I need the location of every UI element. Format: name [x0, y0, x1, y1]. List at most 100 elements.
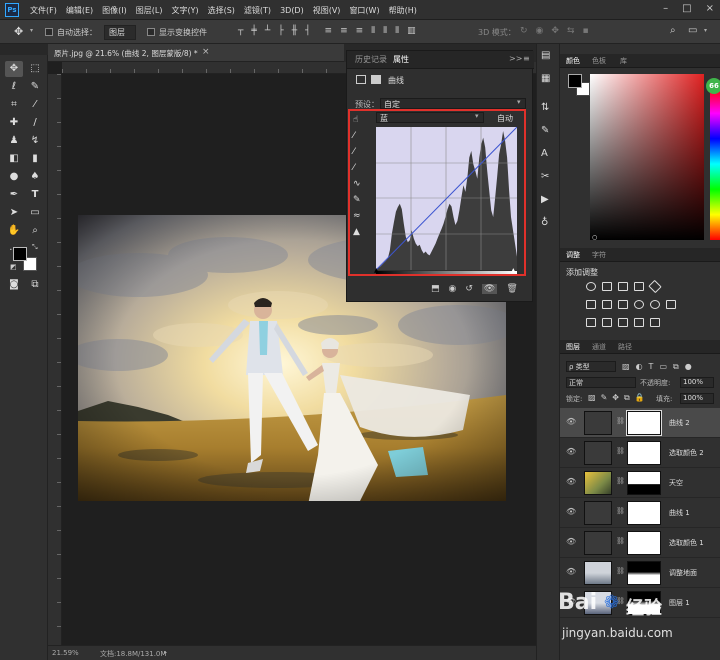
filter-shape-icon[interactable]: ▭ — [659, 362, 667, 372]
history-brush-tool-icon[interactable]: ↯ — [26, 133, 44, 149]
layer-name[interactable]: 天空 — [669, 478, 683, 488]
menu-layer[interactable]: 图层(L) — [136, 5, 163, 16]
visibility-eye-icon[interactable]: 👁 — [566, 447, 576, 457]
tab-paths[interactable]: 路径 — [618, 342, 632, 352]
eraser-tool-icon[interactable]: ◧ — [5, 151, 23, 167]
curves-icon[interactable] — [618, 282, 628, 291]
layer-name[interactable]: 曲线 1 — [669, 508, 690, 518]
view-previous-state-icon[interactable]: ◉ — [449, 284, 457, 294]
layer-filter-dropdown[interactable]: ρ 类型 — [566, 361, 616, 372]
tab-adjustments[interactable]: 调整 — [566, 250, 580, 260]
delete-icon[interactable]: 🗑 — [506, 284, 517, 294]
opacity-input[interactable]: 100% — [680, 377, 714, 388]
maximize-icon[interactable]: □ — [682, 3, 691, 14]
chevron-down-icon[interactable]: ▾ — [30, 27, 33, 34]
tab-libraries[interactable]: 库 — [620, 56, 627, 66]
workspace-icon[interactable]: ▭ — [688, 25, 697, 36]
exposure-icon[interactable] — [634, 282, 644, 291]
distribute-bottom-icon[interactable]: ≡ — [356, 26, 364, 36]
selective-color-icon[interactable] — [634, 318, 644, 327]
clip-to-layer-icon[interactable]: ⬒ — [431, 284, 440, 294]
tab-color[interactable]: 颜色 — [566, 56, 580, 66]
document-tab[interactable]: 原片.jpg @ 21.6% (曲线 2, 图层蒙版/8) * × — [48, 44, 344, 62]
layer-row-curves-1[interactable]: 👁 ⛓ 曲线 1 — [560, 498, 720, 528]
menu-type[interactable]: 文字(Y) — [171, 5, 198, 16]
mask-link-icon[interactable]: ⛓ — [616, 477, 625, 485]
mask-link-icon[interactable]: ⛓ — [616, 567, 625, 575]
hand-tool-icon[interactable]: ✋ — [5, 223, 23, 239]
distribute-left-icon[interactable]: ⦀ — [371, 26, 375, 36]
channel-mixer-icon[interactable] — [650, 300, 660, 309]
tab-properties[interactable]: 属性 — [393, 54, 409, 65]
mask-link-icon[interactable]: ⛓ — [616, 507, 625, 515]
menu-select[interactable]: 选择(S) — [208, 5, 235, 16]
filter-type-icon[interactable]: T — [649, 362, 654, 372]
clone-stamp-tool-icon[interactable]: ♟ — [5, 133, 23, 149]
layer-mask-thumbnail[interactable] — [627, 561, 661, 585]
dodge-tool-icon[interactable]: ♠ — [26, 169, 44, 185]
photo-filter-icon[interactable] — [634, 300, 644, 309]
brush-settings-icon[interactable]: ✎ — [541, 125, 550, 136]
tab-history[interactable]: 历史记录 — [355, 54, 387, 65]
adjustments-icon[interactable]: ⇅ — [541, 102, 550, 113]
align-right-icon[interactable]: ┤ — [305, 26, 310, 36]
layer-mask-thumbnail[interactable] — [627, 471, 661, 495]
preset-chevron-icon[interactable]: ▾ — [517, 98, 521, 106]
vibrance-icon[interactable] — [648, 279, 662, 294]
layer-row-curves-2[interactable]: 👁 ⛓ 曲线 2 — [560, 408, 720, 438]
layer-row-selective-color-1[interactable]: 👁 ⛓ 选取颜色 1 — [560, 528, 720, 558]
hue-slider[interactable] — [710, 88, 720, 240]
quick-select-tool-icon[interactable]: ✎ — [26, 79, 44, 95]
tab-channels[interactable]: 通道 — [592, 342, 606, 352]
menu-filter[interactable]: 滤镜(T) — [244, 5, 271, 16]
distribute-vcenter-icon[interactable]: ≡ — [340, 26, 348, 36]
healing-brush-tool-icon[interactable]: ✚ — [5, 115, 23, 131]
show-transform-checkbox[interactable] — [147, 28, 155, 36]
filter-smart-icon[interactable]: ⧉ — [673, 362, 679, 372]
color-lookup-icon[interactable] — [666, 300, 676, 309]
layer-name[interactable]: 选取颜色 2 — [669, 448, 704, 458]
lock-all-icon[interactable]: 🔒 — [635, 393, 645, 403]
character-icon[interactable]: A — [541, 148, 550, 159]
distribute-hcenter-icon[interactable]: ⦀ — [383, 26, 387, 36]
3d-rotate-icon[interactable]: ↻ — [520, 26, 528, 36]
align-hcenter-icon[interactable]: ╫ — [292, 26, 297, 36]
lasso-tool-icon[interactable]: ℓ — [5, 79, 23, 95]
layer-mask-thumbnail[interactable] — [626, 410, 662, 436]
panel-menu-icon[interactable]: ≡ — [523, 54, 530, 63]
quick-mask-icon[interactable]: ◙ — [5, 277, 23, 293]
type-tool-icon[interactable]: T — [26, 187, 44, 203]
status-menu-icon[interactable]: ▸ — [164, 649, 167, 656]
path-select-tool-icon[interactable]: ➤ — [5, 205, 23, 221]
workspace-chevron-icon[interactable]: ▾ — [704, 27, 707, 34]
menu-file[interactable]: 文件(F) — [30, 5, 57, 16]
move-tool-icon[interactable]: ✥ — [14, 25, 23, 38]
search-icon[interactable]: ⌕ — [670, 25, 676, 36]
layer-name[interactable]: 调整地面 — [669, 568, 697, 578]
menu-image[interactable]: 图像(I) — [102, 5, 127, 16]
3d-pan-icon[interactable]: ✥ — [551, 26, 559, 36]
lock-artboard-icon[interactable]: ⧉ — [624, 393, 630, 403]
auto-select-checkbox[interactable] — [45, 28, 53, 36]
reset-icon[interactable]: ↺ — [465, 284, 473, 294]
mask-link-icon[interactable]: ⛓ — [616, 447, 625, 455]
distribute-right-icon[interactable]: ⦀ — [395, 26, 399, 36]
hue-saturation-icon[interactable] — [586, 300, 596, 309]
gradient-map-icon[interactable] — [650, 318, 660, 327]
swap-colors-icon[interactable]: ⤡ — [32, 243, 38, 252]
layer-name[interactable]: 选取颜色 1 — [669, 538, 704, 548]
layer-row-sky[interactable]: 👁 ⛓ 天空 — [560, 468, 720, 498]
gradient-tool-icon[interactable]: ▮ — [26, 151, 44, 167]
lock-position-icon[interactable]: ✥ — [612, 393, 619, 403]
close-window-icon[interactable]: × — [706, 3, 714, 14]
tab-swatches[interactable]: 色板 — [592, 56, 606, 66]
zoom-level[interactable]: 21.59% — [52, 649, 79, 657]
mask-link-icon[interactable]: ⛓ — [616, 537, 625, 545]
3d-slide-icon[interactable]: ⇆ — [567, 26, 575, 36]
tab-character[interactable]: 字符 — [592, 250, 606, 260]
visibility-eye-icon[interactable]: 👁 — [566, 507, 576, 517]
history-panel-icon[interactable]: ▤ — [541, 50, 550, 61]
layer-mask-thumbnail[interactable] — [627, 501, 661, 525]
filter-adjustment-icon[interactable]: ◐ — [636, 362, 643, 372]
close-document-icon[interactable]: × — [202, 47, 210, 57]
